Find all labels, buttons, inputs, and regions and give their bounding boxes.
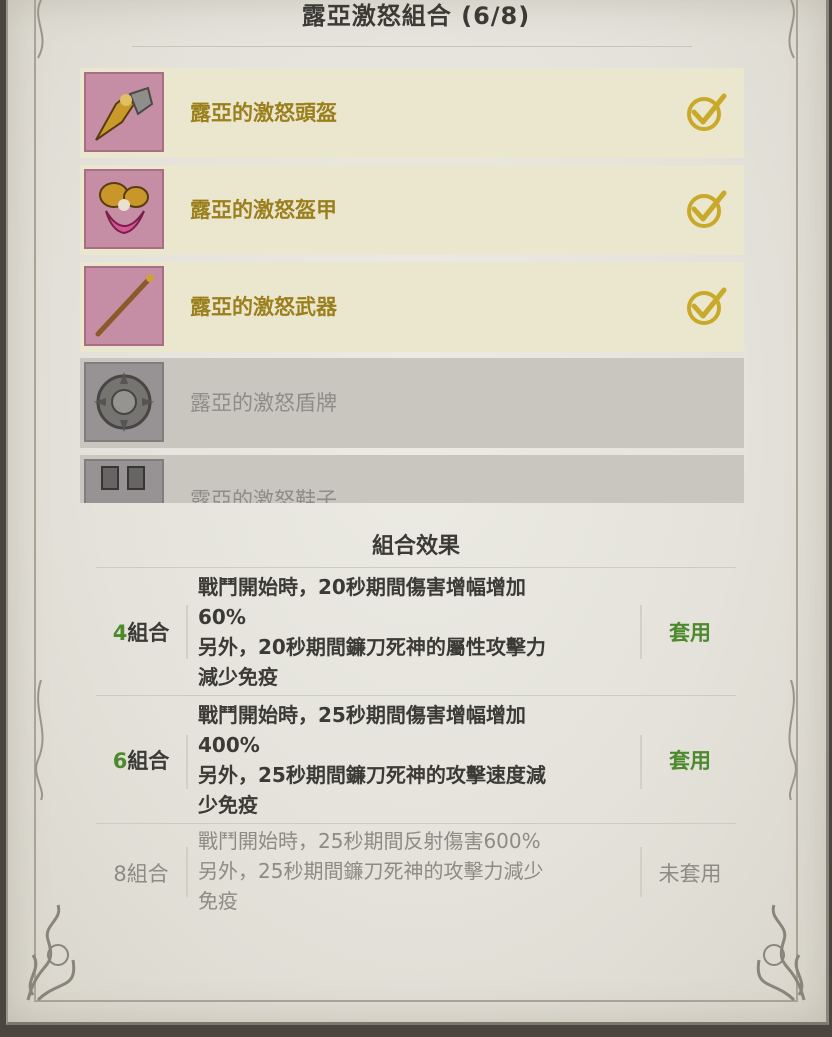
- set-item-helmet[interactable]: 露亞的激怒頭盔: [80, 68, 744, 158]
- set-effect-status: 套用: [669, 621, 711, 645]
- check-icon: [687, 287, 727, 325]
- corner-ornament-left-icon: [26, 904, 76, 1002]
- set-effect-status: 未套用: [658, 862, 722, 886]
- corner-ornament-right-icon: [756, 904, 806, 1002]
- set-effect-row: 4組合 戰鬥開始時，20秒期間傷害增幅增加 60% 另外，20秒期間鐮刀死神的屬…: [96, 567, 736, 695]
- set-item-weapon[interactable]: 露亞的激怒武器: [80, 262, 744, 352]
- set-effect-level: 6組合: [112, 749, 170, 773]
- armor-icon: [84, 169, 164, 249]
- set-item-list[interactable]: 露亞的激怒頭盔 露亞的激怒盔甲 露亞的激怒武器 露亞的激怒盾牌 露亞的激怒鞋子: [0, 0, 832, 503]
- side-ornament-left-icon: [35, 680, 44, 800]
- item-name: 露亞的激怒武器: [190, 295, 337, 319]
- set-effect-row: 8組合 戰鬥開始時，25秒期間反射傷害600% 另外，25秒期間鐮刀死神的攻擊力…: [96, 823, 736, 923]
- check-icon: [687, 93, 727, 131]
- set-effect-status: 套用: [669, 749, 711, 773]
- column-divider: [186, 735, 188, 789]
- shoes-icon: [84, 459, 164, 503]
- set-effect-row: 6組合 戰鬥開始時，25秒期間傷害增幅增加 400% 另外，25秒期間鐮刀死神的…: [96, 695, 736, 823]
- column-divider: [186, 605, 188, 659]
- set-effect-level: 4組合: [112, 621, 170, 645]
- weapon-icon: [84, 266, 164, 346]
- item-name: 露亞的激怒鞋子: [190, 488, 337, 503]
- side-ornament-right-icon: [788, 680, 797, 800]
- column-divider: [640, 847, 642, 897]
- column-divider: [186, 847, 188, 897]
- shield-icon: [84, 362, 164, 442]
- set-item-shield[interactable]: 露亞的激怒盾牌: [80, 358, 744, 448]
- set-item-armor[interactable]: 露亞的激怒盔甲: [80, 165, 744, 255]
- set-effects-title: 組合效果: [371, 534, 460, 559]
- column-divider: [640, 735, 642, 789]
- helmet-icon: [84, 72, 164, 152]
- panel-frame-bottom: [34, 1000, 798, 1002]
- set-effect-description: 戰鬥開始時，25秒期間傷害增幅增加 400% 另外，25秒期間鐮刀死神的攻擊速度…: [198, 703, 546, 817]
- column-divider: [640, 605, 642, 659]
- check-icon: [687, 190, 727, 228]
- item-name: 露亞的激怒盾牌: [190, 391, 337, 415]
- set-effect-level: 8組合: [113, 862, 169, 886]
- set-effect-description: 戰鬥開始時，20秒期間傷害增幅增加 60% 另外，20秒期間鐮刀死神的屬性攻擊力…: [198, 575, 546, 689]
- set-effect-description: 戰鬥開始時，25秒期間反射傷害600% 另外，25秒期間鐮刀死神的攻擊力減少 免…: [198, 829, 544, 913]
- set-item-shoes[interactable]: 露亞的激怒鞋子: [80, 455, 744, 503]
- item-name: 露亞的激怒盔甲: [190, 198, 337, 222]
- item-name: 露亞的激怒頭盔: [190, 101, 337, 125]
